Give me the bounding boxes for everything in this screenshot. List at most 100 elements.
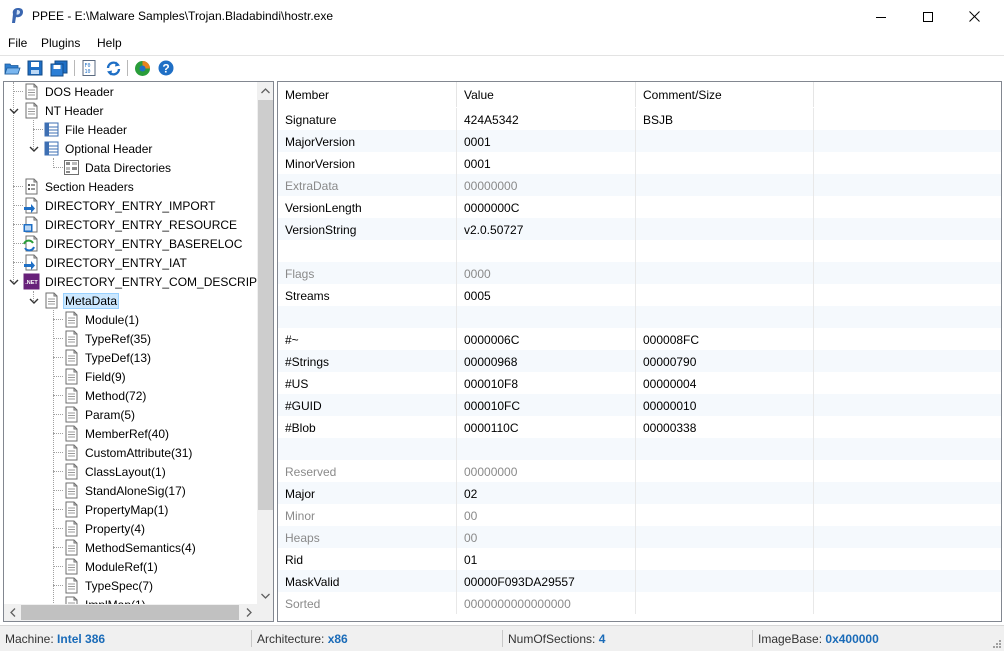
tree-item[interactable]: DIRECTORY_ENTRY_RESOURCE	[8, 215, 239, 234]
save-all-button[interactable]	[50, 59, 68, 77]
cell-member: Flags	[278, 262, 457, 284]
tree-item[interactable]: TypeSpec(7)	[48, 576, 155, 595]
tree-panel[interactable]: DOS Header NT Header File Header Optional H…	[3, 81, 274, 622]
tree-item[interactable]: DIRECTORY_ENTRY_IMPORT	[8, 196, 217, 215]
tree-item[interactable]: DIRECTORY_ENTRY_IAT	[8, 253, 189, 272]
tree-expander[interactable]	[8, 105, 20, 117]
menu-file[interactable]: File	[8, 36, 27, 50]
table-row[interactable]: Minor 00	[278, 504, 1001, 526]
tree-item[interactable]: Optional Header	[28, 139, 154, 158]
table-row[interactable]	[278, 240, 1001, 262]
table-row[interactable]: #~ 0000006C 000008FC	[278, 328, 1001, 350]
status-machine: Machine: Intel 386	[5, 626, 105, 651]
tree-item[interactable]: Property(4)	[48, 519, 147, 538]
column-header-comment[interactable]: Comment/Size	[636, 82, 814, 107]
tree-item[interactable]: StandAloneSig(17)	[48, 481, 188, 500]
table-row[interactable]: #GUID 000010FC 00000010	[278, 394, 1001, 416]
tree-item[interactable]: Field(9)	[48, 367, 128, 386]
tree-item[interactable]: MethodSemantics(4)	[48, 538, 198, 557]
scroll-right-button[interactable]	[240, 604, 257, 621]
table-row[interactable]: MinorVersion 0001	[278, 152, 1001, 174]
table-row[interactable]: Reserved 00000000	[278, 460, 1001, 482]
scroll-thumb[interactable]	[21, 605, 239, 620]
cell-member	[278, 240, 457, 262]
globe-button[interactable]	[133, 59, 151, 77]
tree-item[interactable]: Data Directories	[48, 158, 173, 177]
tree-item[interactable]: TypeRef(35)	[48, 329, 153, 348]
table-row[interactable]: Rid 01	[278, 548, 1001, 570]
table-row[interactable]: #US 000010F8 00000004	[278, 372, 1001, 394]
maximize-button[interactable]	[905, 0, 951, 33]
close-button[interactable]	[951, 0, 997, 33]
menu-help[interactable]: Help	[97, 36, 122, 50]
minimize-button[interactable]	[858, 0, 904, 33]
table-row[interactable]	[278, 306, 1001, 328]
tree-item[interactable]: File Header	[28, 120, 129, 139]
table-row[interactable]: Streams 0005	[278, 284, 1001, 306]
tree-horizontal-scrollbar[interactable]	[4, 604, 257, 621]
tree-item-label: PropertyMap(1)	[85, 502, 169, 517]
table-row[interactable]: MajorVersion 0001	[278, 130, 1001, 152]
tree-item[interactable]: Section Headers	[8, 177, 136, 196]
document-icon	[65, 463, 78, 480]
menu-plugins[interactable]: Plugins	[41, 36, 80, 50]
column-header-member[interactable]: Member	[278, 82, 457, 107]
scroll-thumb[interactable]	[258, 100, 273, 510]
tree-item[interactable]: NT Header	[8, 101, 105, 120]
table-row[interactable]	[278, 438, 1001, 460]
refresh-button[interactable]	[104, 59, 122, 77]
tree-item[interactable]: .NET DIRECTORY_ENTRY_COM_DESCRIPTO	[8, 272, 273, 291]
table-row[interactable]: Sorted 0000000000000000	[278, 592, 1001, 614]
table-row[interactable]: Signature 424A5342 BSJB	[278, 108, 1001, 130]
table-row[interactable]: Flags 0000	[278, 262, 1001, 284]
tree-item-label: DIRECTORY_ENTRY_IMPORT	[45, 198, 216, 213]
document-icon	[65, 311, 78, 328]
tree-expander[interactable]	[28, 143, 40, 155]
resize-grip-icon[interactable]	[991, 638, 1002, 649]
document-icon	[25, 83, 38, 100]
tree-item[interactable]: TypeDef(13)	[48, 348, 153, 367]
hex-view-button[interactable]: F0 10	[80, 59, 98, 77]
tree-expander	[48, 561, 60, 573]
tree-expander[interactable]	[28, 295, 40, 307]
tree-item-label: DOS Header	[45, 84, 114, 99]
tree-item[interactable]: MetaData	[28, 291, 120, 310]
table-row[interactable]: Major 02	[278, 482, 1001, 504]
window-title: PPEE - E:\Malware Samples\Trojan.Bladabi…	[32, 9, 334, 23]
tree-item[interactable]: DOS Header	[8, 82, 116, 101]
scroll-down-button[interactable]	[257, 587, 273, 604]
tree-item[interactable]: Method(72)	[48, 386, 148, 405]
tree-vertical-scrollbar[interactable]	[257, 82, 273, 604]
tree-item[interactable]: CustomAttribute(31)	[48, 443, 194, 462]
tree-item[interactable]: PropertyMap(1)	[48, 500, 170, 519]
details-grid[interactable]: Member Value Comment/Size Signature 424A5…	[277, 81, 1002, 622]
table-row[interactable]: #Blob 0000110C 00000338	[278, 416, 1001, 438]
tree-expander	[48, 428, 60, 440]
tree-item[interactable]: Param(5)	[48, 405, 137, 424]
document-icon	[65, 349, 78, 366]
tree-item[interactable]: ModuleRef(1)	[48, 557, 160, 576]
scroll-left-button[interactable]	[4, 604, 21, 621]
tree-expander	[28, 124, 40, 136]
table-row[interactable]: VersionLength 0000000C	[278, 196, 1001, 218]
table-row[interactable]: ExtraData 00000000	[278, 174, 1001, 196]
resource-icon	[23, 216, 38, 233]
tree-item[interactable]: ClassLayout(1)	[48, 462, 168, 481]
document-icon	[65, 406, 78, 423]
table-row[interactable]: VersionString v2.0.50727	[278, 218, 1001, 240]
tree-item[interactable]: MemberRef(40)	[48, 424, 171, 443]
scroll-up-button[interactable]	[257, 82, 273, 99]
tree-expander	[8, 238, 20, 250]
tree-item[interactable]: DIRECTORY_ENTRY_BASERELOC	[8, 234, 244, 253]
table-row[interactable]: #Strings 00000968 00000790	[278, 350, 1001, 372]
help-button[interactable]: ?	[157, 59, 175, 77]
column-header-value[interactable]: Value	[457, 82, 636, 107]
tree-expander[interactable]	[8, 276, 20, 288]
svg-text:10: 10	[85, 69, 91, 75]
open-button[interactable]	[3, 59, 21, 77]
cell-member: #~	[278, 328, 457, 350]
save-button[interactable]	[26, 59, 44, 77]
table-row[interactable]: MaskValid 00000F093DA29557	[278, 570, 1001, 592]
table-row[interactable]: Heaps 00	[278, 526, 1001, 548]
tree-item[interactable]: Module(1)	[48, 310, 141, 329]
